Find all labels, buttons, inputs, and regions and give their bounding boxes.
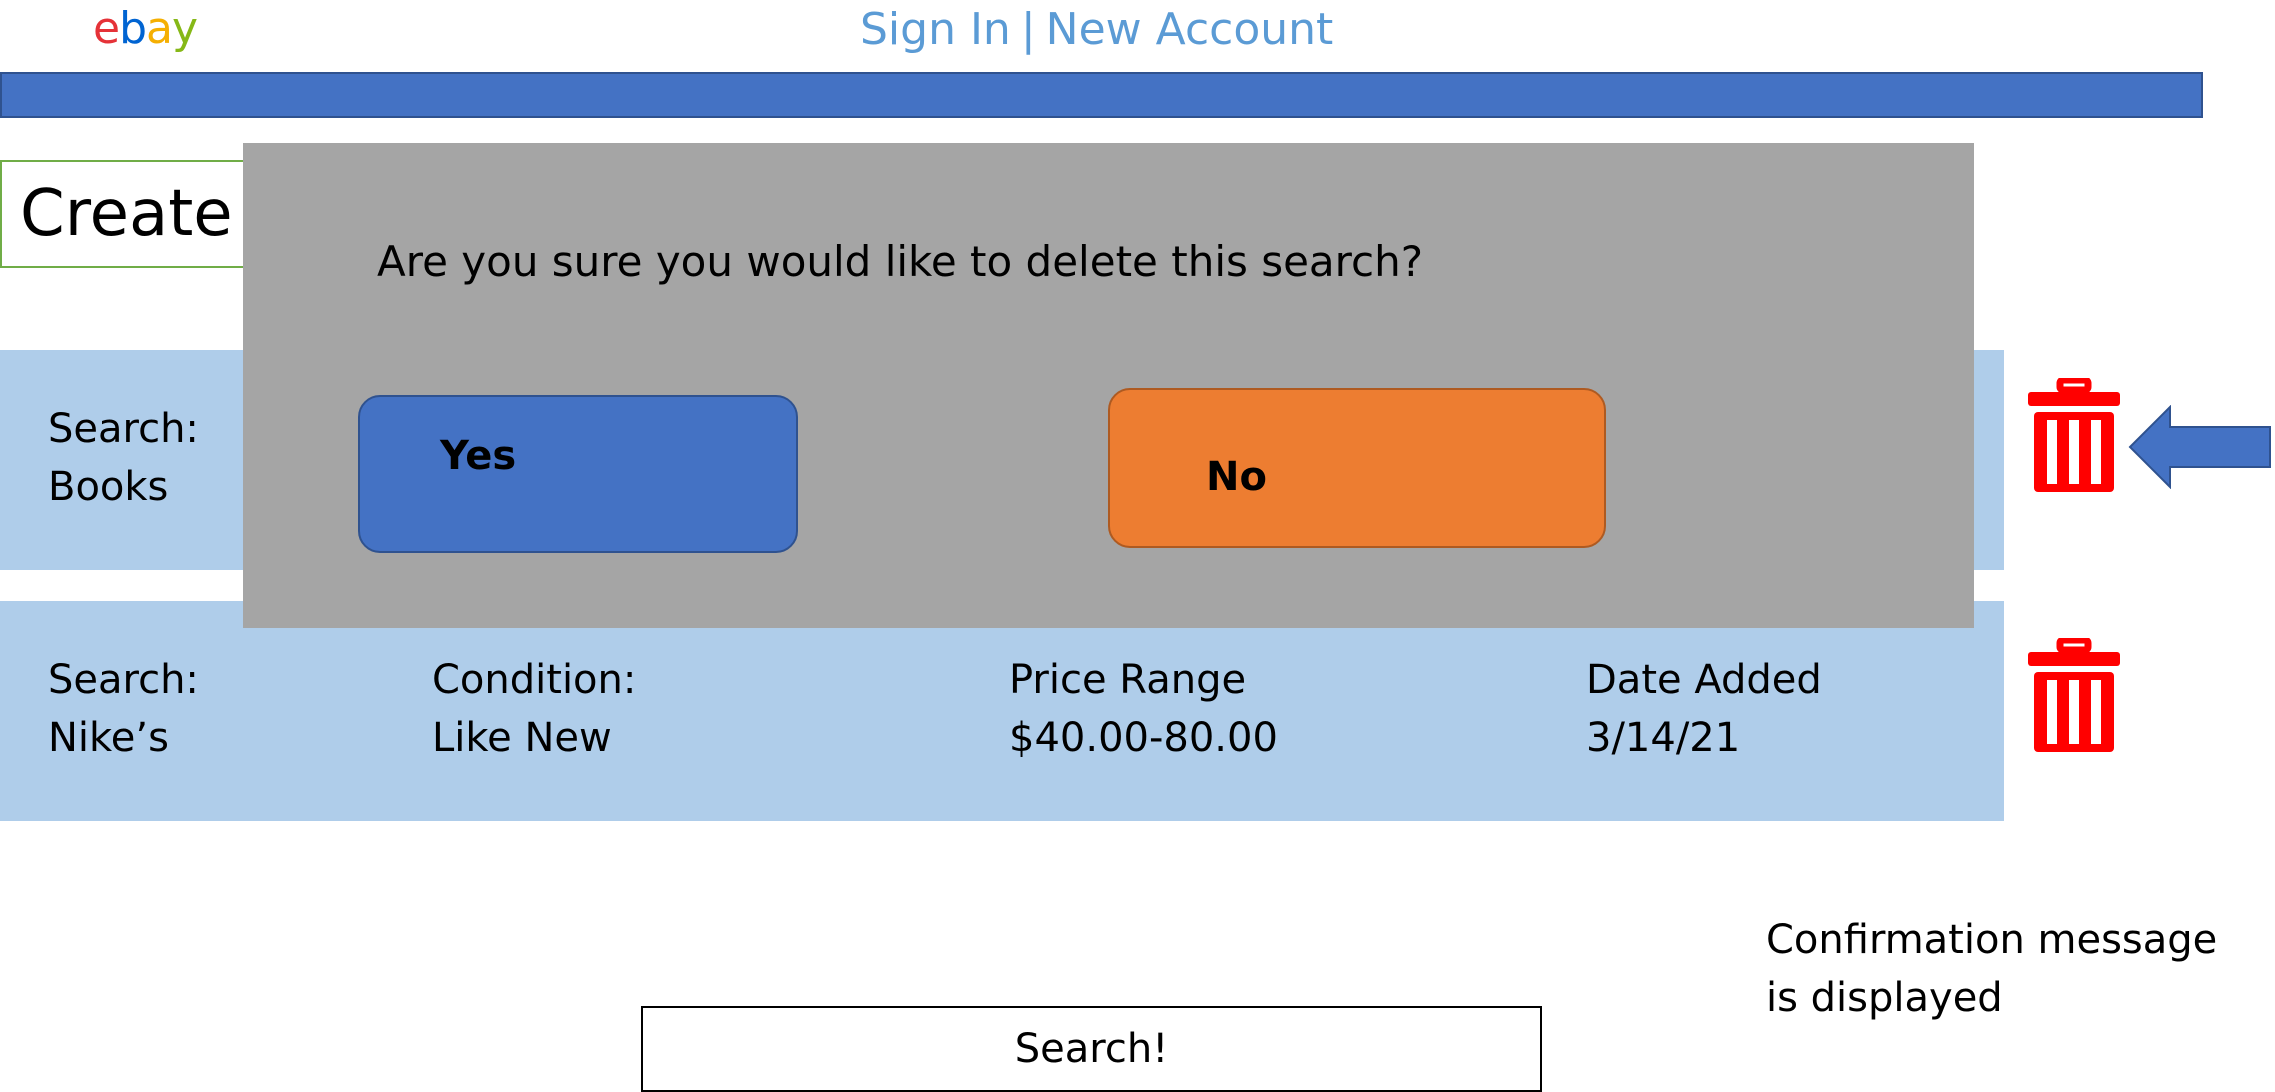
logo-letter: a [146,3,173,54]
trash-icon[interactable] [2026,638,2122,754]
condition-value: Like New [432,715,612,761]
annotation-note: Confirmation message is displayed [1766,911,2217,1027]
ebay-logo[interactable]: ebay [93,2,198,56]
auth-separator: | [1020,4,1036,55]
price-range-value: $40.00-80.00 [1009,715,1278,761]
delete-confirmation-dialog: Are you sure you would like to delete th… [243,143,1974,628]
saved-search-row: Search: Nike’s Condition: Like New Price… [0,601,2004,821]
annotation-line: Confirmation message [1766,917,2218,963]
date-added-field: Date Added 3/14/21 [1586,651,1822,767]
logo-letter: b [119,3,147,54]
search-field: Search: Nike’s [48,651,199,767]
condition-label: Condition: [432,657,637,703]
trash-icon[interactable] [2026,378,2122,494]
auth-links: Sign In | New Account [860,4,1333,56]
logo-letter: y [171,3,198,54]
search-value: Books [48,464,169,510]
left-arrow-icon [2128,405,2271,489]
price-range-label: Price Range [1009,657,1247,703]
search-label: Search: [48,406,199,452]
search-value: Nike’s [48,715,169,761]
price-range-field: Price Range $40.00-80.00 [1009,651,1278,767]
search-label: Search: [48,657,199,703]
search-field: Search: Books [48,400,199,516]
date-added-value: 3/14/21 [1586,715,1741,761]
no-button[interactable]: No [1108,388,1606,548]
new-account-link[interactable]: New Account [1046,4,1334,55]
yes-button[interactable]: Yes [358,395,798,553]
date-added-label: Date Added [1586,657,1822,703]
dialog-message: Are you sure you would like to delete th… [377,237,1424,286]
logo-letter: e [93,3,120,54]
sign-in-link[interactable]: Sign In [860,4,1011,55]
search-button[interactable]: Search! [641,1006,1542,1092]
condition-field: Condition: Like New [432,651,636,767]
header-bar [0,72,2203,118]
annotation-line: is displayed [1766,975,2003,1021]
